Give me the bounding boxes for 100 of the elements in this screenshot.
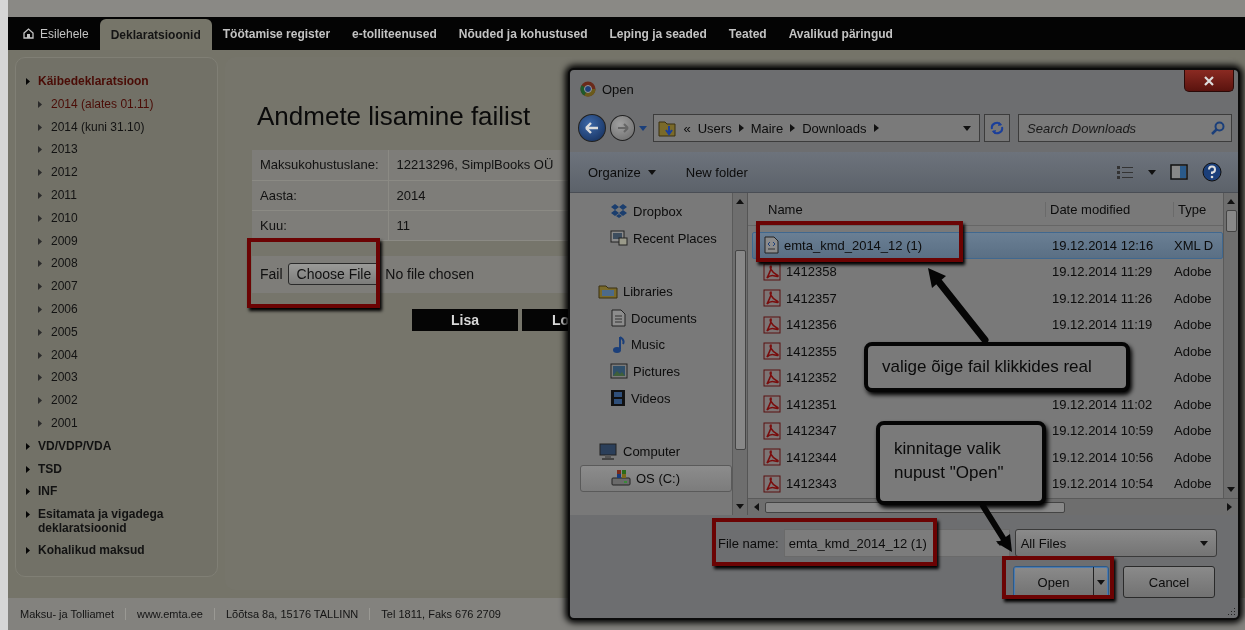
dialog-title: Open <box>602 81 634 97</box>
preview-pane-icon <box>1170 164 1188 180</box>
sidebar-link[interactable]: 2002 <box>51 389 78 412</box>
chevron-icon <box>38 100 42 108</box>
document-icon <box>610 309 626 328</box>
file-name: 1412357 <box>786 290 837 306</box>
nav-tab[interactable]: Töötamise register <box>211 17 342 50</box>
sidebar-link[interactable]: 2009 <box>51 229 78 252</box>
home-icon <box>23 28 34 39</box>
action-button[interactable]: Lo <box>522 308 568 331</box>
forward-button[interactable] <box>609 115 636 141</box>
search-field[interactable]: Search Downloads <box>1018 114 1232 142</box>
chevron-icon <box>738 124 744 132</box>
pdf-file-icon <box>763 448 781 467</box>
file-name: 1412344 <box>786 449 837 465</box>
cancel-button[interactable]: Cancel <box>1123 566 1215 598</box>
caret-icon <box>1148 169 1156 175</box>
action-button[interactable]: Lisa <box>412 308 518 331</box>
nav-pane-item[interactable]: Pictures <box>570 358 732 385</box>
breadcrumb-item[interactable]: Downloads <box>802 120 867 136</box>
sidebar-link[interactable]: 2001 <box>51 411 78 434</box>
pdf-file-icon <box>763 395 781 414</box>
nav-tab[interactable]: Leping ja seaded <box>598 17 718 50</box>
pdf-file-icon <box>763 474 781 493</box>
nav-pane-item[interactable]: OS (C:) <box>580 464 732 492</box>
caret-icon <box>1097 579 1105 585</box>
chevron-icon <box>38 374 42 382</box>
nav-pane-item[interactable]: Computer <box>570 438 732 465</box>
sidebar-link[interactable]: Käibedeklaratsioon <box>38 70 149 92</box>
address-field[interactable]: « Users Maire Downloads <box>653 114 981 142</box>
file-type: Adobe <box>1174 476 1212 492</box>
caret-icon <box>736 504 744 509</box>
nav-tab[interactable]: Avalikud päringud <box>777 17 904 50</box>
nav-pane-item[interactable]: Music <box>570 331 732 359</box>
sidebar-link[interactable]: 2010 <box>51 206 78 229</box>
sidebar-link[interactable]: VD/VDP/VDA <box>38 434 112 457</box>
scrollbar[interactable] <box>732 193 747 515</box>
caret-icon <box>1199 540 1208 546</box>
file-date: 19.12.2014 12:16 <box>1052 237 1154 253</box>
nav-pane-item[interactable]: Videos <box>570 384 732 412</box>
column-header[interactable]: Name <box>748 201 1045 217</box>
right-arrow-icon <box>616 123 629 133</box>
sidebar-link[interactable]: 2011 <box>51 184 77 206</box>
sidebar-link[interactable]: Esitamata ja vigadega deklaratsioonid <box>38 503 188 540</box>
file-name: 1412358 <box>786 264 837 280</box>
file-name-field[interactable]: emta_kmd_2014_12 (1) <box>783 529 1010 557</box>
footer-text: www.emta.ee <box>124 608 214 620</box>
left-arrow-icon <box>584 122 599 134</box>
toolbar-button[interactable]: New folder <box>685 164 748 180</box>
nav-tab[interactable]: Teated <box>717 17 778 50</box>
nav-pane-item[interactable]: Documents <box>570 304 732 332</box>
sidebar-link[interactable]: 2004 <box>51 343 78 366</box>
sidebar-link[interactable]: 2014 (kuni 31.10) <box>51 115 145 138</box>
sidebar-link[interactable]: 2013 <box>51 138 78 161</box>
sidebar-link[interactable]: 2003 <box>51 366 78 389</box>
sidebar-link[interactable]: 2006 <box>51 297 78 320</box>
back-button[interactable] <box>578 114 606 142</box>
pdf-file-icon <box>763 289 781 308</box>
toolbar-button[interactable]: Organize <box>588 164 656 180</box>
file-row[interactable]: emta_kmd_2014_12 (1) 19.12.2014 12:16 XML D <box>752 232 1223 259</box>
computer-icon <box>598 442 618 461</box>
caret-icon <box>639 125 648 131</box>
file-date: 19.12.2014 10:59 <box>1052 423 1154 439</box>
breadcrumb-item[interactable]: Users <box>697 120 732 136</box>
callout-tooltip: valige õige fail klikkides real <box>864 342 1130 392</box>
refresh-button[interactable] <box>984 114 1010 142</box>
scrollbar[interactable] <box>1223 193 1238 498</box>
up-arrow-icon <box>736 199 744 204</box>
callout-tooltip: kinnitage valik nupust "Open" <box>876 421 1046 505</box>
nav-tab[interactable]: Esilehele <box>12 17 100 50</box>
breadcrumb-item[interactable]: Maire <box>750 120 784 136</box>
breadcrumb-overflow[interactable]: « <box>683 120 691 136</box>
caret-icon <box>963 125 972 131</box>
chevron-icon <box>38 260 42 268</box>
scroll-thumb[interactable] <box>734 250 746 450</box>
sidebar-link[interactable]: TSD <box>38 457 62 480</box>
app-icon <box>580 81 596 97</box>
file-type: Adobe <box>1174 290 1212 306</box>
nav-pane-item[interactable]: Libraries <box>570 278 732 305</box>
sidebar-link[interactable]: 2012 <box>51 161 78 184</box>
nav-tab[interactable]: Nõuded ja kohustused <box>447 17 599 50</box>
file-type: Adobe <box>1174 449 1212 465</box>
file-date: 19.12.2014 10:54 <box>1052 476 1154 492</box>
nav-tab[interactable]: Deklaratsioonid <box>99 19 212 50</box>
sidebar-link[interactable]: 2008 <box>51 252 78 275</box>
column-header[interactable]: Date modified <box>1045 201 1173 217</box>
sidebar-link[interactable]: 2007 <box>51 275 78 298</box>
scroll-thumb[interactable] <box>1225 210 1237 232</box>
sidebar-link[interactable]: INF <box>38 480 58 503</box>
sidebar-link[interactable]: Kohalikud maksud <box>38 539 145 562</box>
file-type-dropdown[interactable]: All Files <box>1014 529 1217 557</box>
pdf-file-icon <box>763 368 781 387</box>
close-button[interactable] <box>1184 70 1234 92</box>
sidebar-link[interactable]: 2014 (alates 01.11) <box>51 92 154 115</box>
file-name: emta_kmd_2014_12 (1) <box>784 237 923 253</box>
caret-icon <box>26 488 30 496</box>
sidebar-link[interactable]: 2005 <box>51 320 78 343</box>
field-label: File name: <box>718 535 779 551</box>
file-date: 19.12.2014 11:02 <box>1052 396 1153 412</box>
nav-tab[interactable]: e-tolliteenused <box>341 17 448 50</box>
